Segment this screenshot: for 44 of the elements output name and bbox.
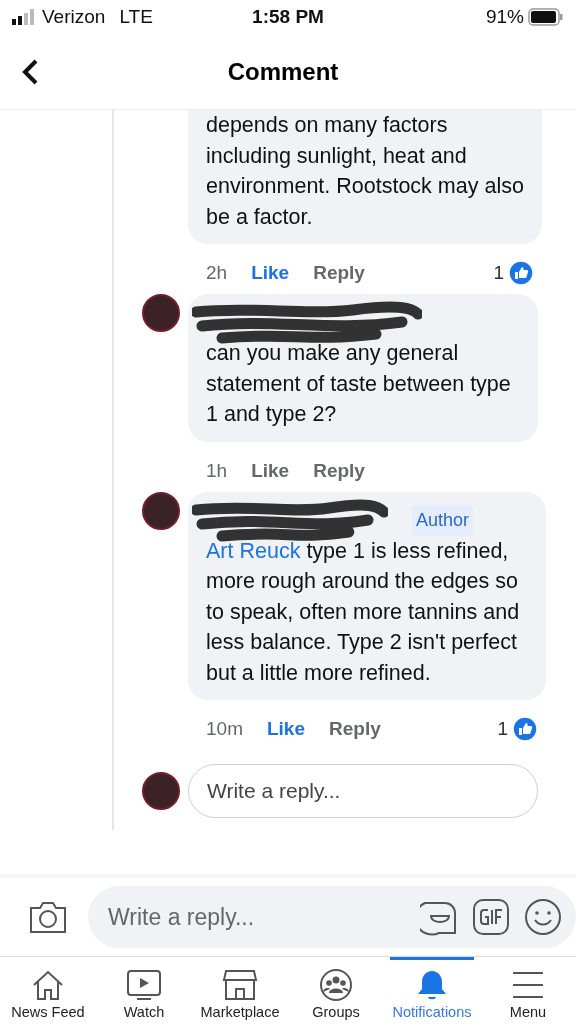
battery-icon [528,8,564,26]
comment-text: Art Reuck type 1 is less refined, more rough around the edges so to speak, often more tannins and less balance. Type 2 isn't perfect but a little more refined. [206,538,520,685]
nav-tab[interactable]: News Feed [6,957,90,1024]
nav-tab[interactable]: Groups [294,957,378,1024]
comment-text: can you make any general statement of taste between type 1 and type 2? [206,341,511,426]
gif-icon[interactable] [472,898,510,936]
author-badge: Author [412,505,474,536]
page-title: Comment [226,57,340,86]
comment-time: 1h [206,459,228,482]
reply-field[interactable]: Write a reply... [188,764,538,818]
like-icon [508,260,534,286]
video-icon [125,968,163,1002]
reaction-count: 1 [497,718,508,740]
camera-icon[interactable] [28,899,68,935]
avatar[interactable] [142,294,180,332]
groups-icon [317,968,355,1002]
clock-time: 1:58 PM [252,6,324,28]
network-type: LTE [119,6,153,28]
comment-time: 10m [206,718,243,740]
store-icon [221,968,259,1002]
avatar [142,772,180,810]
back-icon[interactable] [20,57,40,86]
like-link[interactable]: Like [251,262,290,284]
like-link[interactable]: Like [266,718,305,740]
emoji-icon[interactable] [524,898,562,936]
like-link[interactable]: Like [251,459,290,482]
comment-time: 2h [206,262,228,284]
reply-link[interactable]: Reply [329,718,381,740]
avatar[interactable] [142,491,180,530]
nav-tab[interactable]: Watch [102,957,186,1024]
comment-field[interactable]: Write a reply... [88,886,576,948]
nav-tab[interactable]: Menu [486,957,570,1024]
comment-input[interactable]: Write a reply... [106,902,406,932]
reply-link[interactable]: Reply [313,262,365,284]
nav-tab[interactable]: Marketplace [198,957,282,1024]
comment-text: depends on many factors including sunlight, heat and environment. Rootstock may also be a factor. [206,113,524,229]
nav-tab[interactable]: Notifications [390,957,474,1024]
battery-percent: 91% [485,6,524,28]
mention-link[interactable]: Art Reuck [206,538,301,563]
signal-icon [12,9,36,25]
carrier-name: Verizon [42,6,106,28]
like-icon [512,716,538,742]
reply-link[interactable]: Reply [313,459,365,482]
reaction-count: 1 [493,262,504,284]
